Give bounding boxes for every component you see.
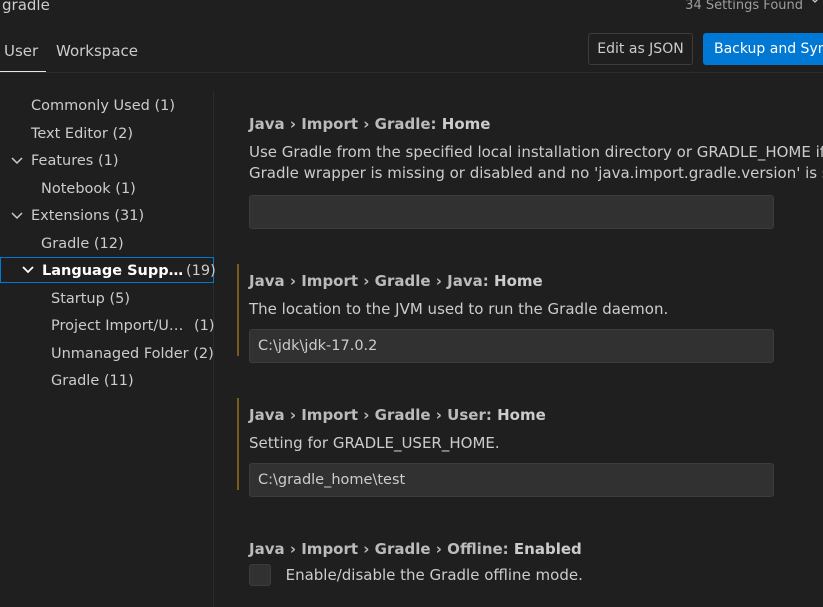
setting-category: Java › Import › Gradle › Java: — [249, 272, 495, 290]
settings-editor: gradle 34 Settings Found User Workspace … — [0, 0, 823, 607]
toc-item-language-support[interactable]: Language Supp… (19) — [0, 257, 216, 283]
setting-description: Use Gradle from the specified local inst… — [249, 142, 823, 184]
toc-label: Unmanaged Folder — [51, 346, 189, 362]
settings-list: Java › Import › Gradle: Home Use Gradle … — [215, 91, 823, 607]
toc-count: (1) — [154, 98, 175, 114]
toc-label: Gradle — [51, 373, 100, 389]
tab-workspace[interactable]: Workspace — [56, 42, 138, 60]
description-line: Use Gradle from the specified local inst… — [249, 143, 823, 161]
toc-count: (1) — [97, 153, 119, 169]
active-tab-indicator — [0, 71, 46, 72]
setting-title: Java › Import › Gradle › Java: Home — [249, 272, 823, 290]
setting-gradle-user-home: Java › Import › Gradle › User: Home Sett… — [237, 398, 823, 497]
toc-count: (2) — [112, 126, 134, 142]
toc-count: (12) — [93, 236, 124, 252]
toc-item-commonly-used[interactable]: Commonly Used (1) — [0, 93, 214, 119]
edit-as-json-button[interactable]: Edit as JSON — [588, 33, 693, 65]
setting-title: Java › Import › Gradle: Home — [249, 115, 823, 133]
setting-gradle-offline: Java › Import › Gradle › Offline: Enable… — [249, 540, 823, 588]
chevron-down-icon[interactable] — [21, 263, 35, 277]
setting-title: Java › Import › Gradle › User: Home — [249, 406, 823, 424]
toc-item-extensions[interactable]: Extensions (31) — [0, 203, 214, 229]
toc-label: Commonly Used — [31, 98, 150, 114]
toc-item-gradle-sub[interactable]: Gradle (11) — [0, 368, 214, 394]
setting-category: Java › Import › Gradle: — [249, 115, 442, 133]
gradle-user-home-input[interactable]: C:\gradle_home\test — [249, 463, 774, 497]
toc-label: Features — [31, 153, 94, 169]
toc-label: Text Editor — [31, 126, 108, 142]
setting-name: Enabled — [513, 540, 582, 558]
setting-description: Setting for GRADLE_USER_HOME. — [249, 434, 500, 452]
settings-tab-bar: User Workspace Edit as JSON Backup and S… — [0, 20, 823, 73]
toc-label: Language Supp… — [42, 263, 184, 279]
description-line: Gradle wrapper is missing or disabled an… — [249, 164, 823, 182]
search-bar[interactable]: gradle 34 Settings Found — [0, 0, 823, 20]
toc-label: Notebook — [41, 181, 111, 197]
toc-item-unmanaged-folder[interactable]: Unmanaged Folder (2) — [0, 341, 214, 367]
setting-category: Java › Import › Gradle › User: — [249, 406, 498, 424]
gradle-home-input[interactable] — [249, 195, 774, 229]
offline-checkbox[interactable] — [249, 564, 271, 586]
toc-item-text-editor[interactable]: Text Editor (2) — [0, 121, 214, 147]
results-count: 34 Settings Found — [685, 0, 803, 13]
backup-and-sync-button[interactable]: Backup and Sync — [703, 33, 823, 65]
toc-label: Startup — [51, 291, 105, 307]
toc-count: (11) — [103, 373, 134, 389]
checkbox-label[interactable]: Enable/disable the Gradle offline mode. — [286, 566, 583, 584]
toc-item-gradle[interactable]: Gradle (12) — [0, 231, 214, 257]
toc-count: (19) — [186, 263, 216, 279]
chevron-down-icon[interactable] — [809, 0, 821, 6]
toc-item-startup[interactable]: Startup (5) — [0, 286, 214, 312]
toc-count: (2) — [193, 346, 214, 362]
toc-count: (31) — [114, 208, 145, 224]
toc-count: (1) — [194, 318, 215, 334]
toc-item-notebook[interactable]: Notebook (1) — [0, 176, 214, 202]
toc-item-project-import[interactable]: Project Import/U… (1) — [0, 313, 215, 339]
setting-name: Home — [494, 272, 543, 290]
checkbox-row: Enable/disable the Gradle offline mode. — [249, 564, 823, 588]
toc-count: (1) — [115, 181, 136, 197]
toc-label: Project Import/U… — [51, 318, 184, 334]
toc-count: (5) — [109, 291, 130, 307]
gradle-java-home-input[interactable]: C:\jdk\jdk-17.0.2 — [249, 329, 774, 363]
setting-name: Home — [441, 115, 491, 133]
chevron-down-icon[interactable] — [10, 154, 24, 168]
setting-title: Java › Import › Gradle › Offline: Enable… — [249, 540, 823, 558]
chevron-down-icon[interactable] — [10, 209, 24, 223]
setting-name: Home — [497, 406, 546, 424]
setting-description: The location to the JVM used to run the … — [249, 300, 669, 318]
toc-item-features[interactable]: Features (1) — [0, 148, 214, 174]
tab-user[interactable]: User — [4, 42, 38, 60]
setting-gradle-java-home: Java › Import › Gradle › Java: Home The … — [237, 264, 823, 363]
search-input[interactable]: gradle — [2, 0, 50, 14]
setting-category: Java › Import › Gradle › Offline: — [249, 540, 514, 558]
toc-label: Extensions — [31, 208, 110, 224]
setting-gradle-home: Java › Import › Gradle: Home Use Gradle … — [249, 115, 823, 229]
toc-label: Gradle — [41, 236, 90, 252]
settings-toc: Commonly Used (1) Text Editor (2) Featur… — [0, 91, 216, 607]
